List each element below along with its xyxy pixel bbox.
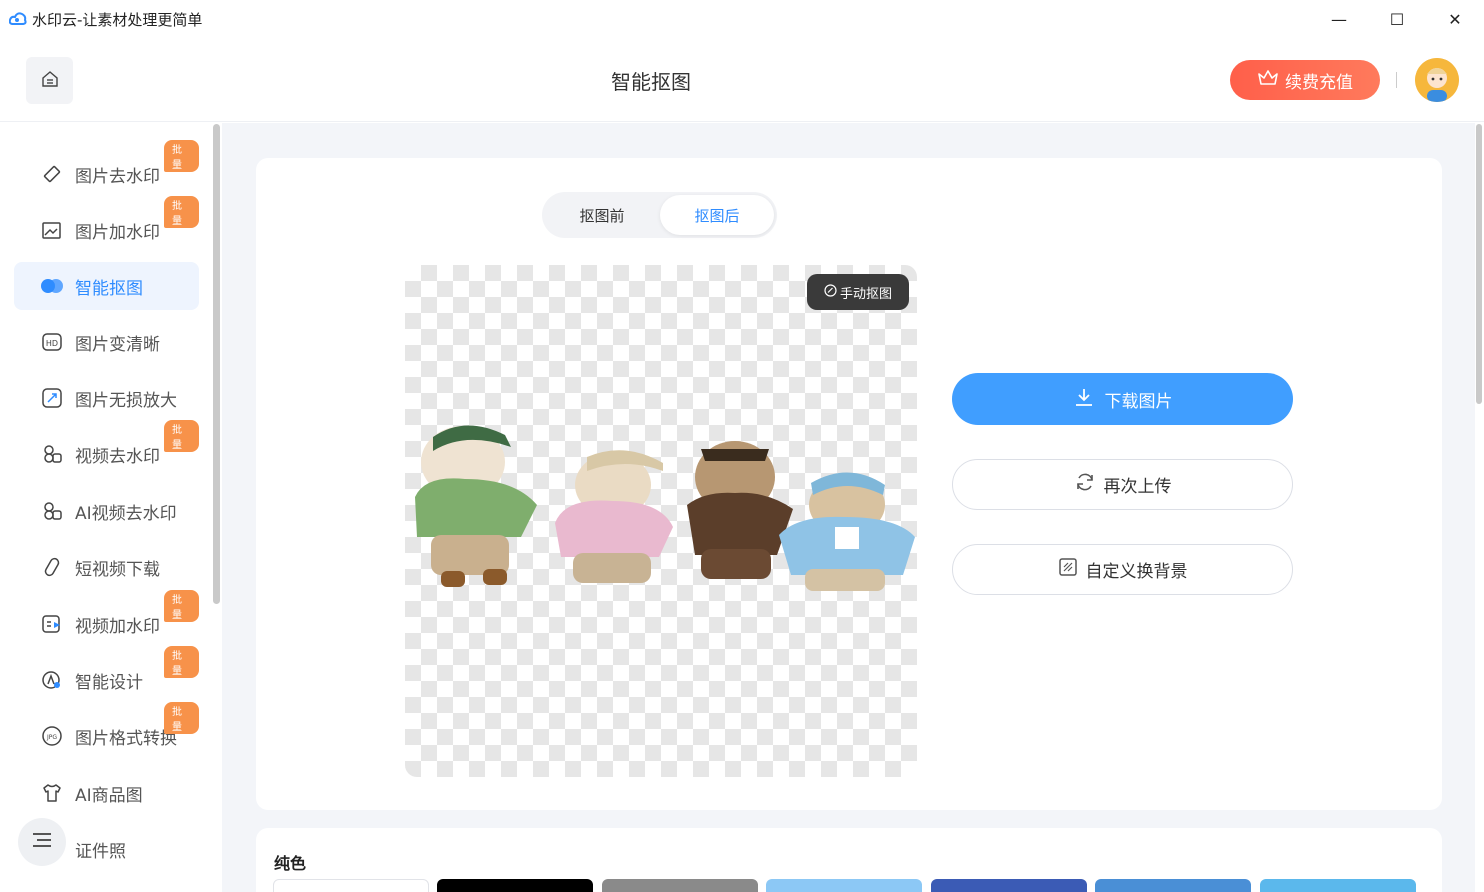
sidebar-item-label: 图片去水印	[75, 166, 160, 187]
page-title: 智能抠图	[611, 70, 691, 94]
renew-label: 续费充值	[1285, 72, 1353, 93]
app-logo-icon	[8, 9, 28, 29]
background-color-card: 纯色	[256, 828, 1442, 892]
preview-card: 抠图前 抠图后 手动抠图 下载图片 再次上传 自定义换背景	[256, 158, 1442, 810]
sidebar-item-label: 图片变清晰	[75, 334, 160, 355]
download-link-icon	[40, 555, 64, 579]
color-swatch-gray[interactable]	[602, 879, 758, 892]
sidebar-item-label: AI商品图	[75, 785, 143, 806]
eraser-icon	[40, 162, 64, 186]
menu-icon	[31, 831, 53, 853]
avatar[interactable]	[1415, 58, 1459, 102]
sidebar-item-video-remove-watermark[interactable]: 视频去水印 批量	[14, 420, 199, 478]
download-icon	[1073, 386, 1095, 413]
title-bar: 水印云-让素材处理更简单 — ☐ ✕	[0, 0, 1484, 38]
sidebar-item-enhance[interactable]: HD 图片变清晰	[14, 318, 199, 366]
color-swatch-blue[interactable]	[1095, 879, 1251, 892]
sidebar-item-remove-watermark[interactable]: 图片去水印 批量	[14, 140, 199, 198]
color-swatch-light-blue[interactable]	[766, 879, 922, 892]
video-eraser-icon	[40, 442, 64, 466]
sidebar-item-label: 智能抠图	[75, 278, 143, 299]
sidebar-item-label: 视频去水印	[75, 446, 160, 467]
before-after-toggle: 抠图前 抠图后	[542, 192, 777, 238]
sidebar-item-format-convert[interactable]: JPG 图片格式转换 批量	[14, 702, 199, 760]
batch-badge: 批量	[164, 702, 199, 734]
ai-video-icon	[40, 499, 64, 523]
cutout-preview: 手动抠图	[405, 265, 917, 777]
tab-after[interactable]: 抠图后	[660, 195, 774, 235]
cutout-icon	[40, 274, 64, 298]
batch-badge: 批量	[164, 140, 199, 172]
main-scrollbar[interactable]	[1476, 124, 1482, 404]
svg-text:HD: HD	[46, 339, 58, 348]
renew-button[interactable]: 续费充值	[1230, 60, 1380, 100]
sidebar-scrollbar[interactable]	[213, 124, 220, 604]
sidebar-item-label: 图片无损放大	[75, 390, 177, 411]
sidebar-item-label: 证件照	[75, 841, 126, 862]
sidebar-item-label: 智能设计	[75, 672, 143, 693]
svg-text:JPG: JPG	[46, 734, 57, 741]
image-add-icon	[40, 218, 64, 242]
cutout-result-image	[415, 425, 915, 591]
close-button[interactable]: ✕	[1426, 0, 1484, 38]
video-add-icon	[40, 612, 64, 636]
minimize-button[interactable]: —	[1310, 0, 1368, 38]
batch-badge: 批量	[164, 590, 199, 622]
color-swatch-dark-blue[interactable]	[931, 879, 1087, 892]
sidebar-item-smart-cutout[interactable]: 智能抠图	[14, 262, 199, 310]
enlarge-icon	[40, 386, 64, 410]
maximize-button[interactable]: ☐	[1368, 0, 1426, 38]
sidebar-item-add-watermark[interactable]: 图片加水印 批量	[14, 196, 199, 254]
sidebar-item-label: 图片格式转换	[75, 728, 177, 749]
download-label: 下载图片	[1104, 391, 1173, 412]
crown-icon	[1257, 69, 1279, 92]
sidebar-item-upscale[interactable]: 图片无损放大	[14, 374, 199, 422]
sidebar-item-smart-design[interactable]: 智能设计 批量	[14, 646, 199, 704]
menu-toggle-button[interactable]	[18, 818, 66, 866]
batch-badge: 批量	[164, 196, 199, 228]
reupload-button[interactable]: 再次上传	[952, 459, 1293, 510]
header-divider	[1396, 72, 1397, 88]
tab-before[interactable]: 抠图前	[545, 195, 659, 235]
sidebar-item-ai-video-remove-watermark[interactable]: AI视频去水印	[14, 487, 199, 535]
sidebar-item-video-add-watermark[interactable]: 视频加水印 批量	[14, 590, 199, 648]
sidebar-item-ai-product[interactable]: AI商品图	[14, 769, 199, 817]
manual-cutout-button[interactable]: 手动抠图	[807, 274, 909, 310]
window-title: 水印云-让素材处理更简单	[32, 10, 203, 29]
edit-background-icon	[1058, 557, 1078, 582]
refresh-icon	[1074, 471, 1096, 498]
solid-color-label: 纯色	[274, 854, 307, 873]
pen-icon	[824, 283, 837, 301]
batch-badge: 批量	[164, 420, 199, 452]
main-area: 抠图前 抠图后 手动抠图 下载图片 再次上传 自定义换背景 纯色	[222, 123, 1475, 892]
batch-badge: 批量	[164, 646, 199, 678]
header: 智能抠图 续费充值	[0, 38, 1484, 122]
color-swatch-black[interactable]	[437, 879, 593, 892]
hd-icon: HD	[40, 330, 64, 354]
color-swatch-sky-blue[interactable]	[1260, 879, 1416, 892]
manual-cutout-label: 手动抠图	[839, 286, 892, 302]
custom-background-label: 自定义换背景	[1085, 562, 1188, 582]
jpg-icon: JPG	[40, 724, 64, 748]
sidebar-item-label: 图片加水印	[75, 222, 160, 243]
sidebar: 图片去水印 批量 图片加水印 批量 智能抠图 HD 图片变清晰 图片无损放大 视…	[0, 122, 222, 892]
download-button[interactable]: 下载图片	[952, 373, 1293, 425]
design-icon	[40, 668, 64, 692]
reupload-label: 再次上传	[1103, 477, 1172, 497]
sidebar-item-label: AI视频去水印	[75, 503, 177, 524]
tshirt-icon	[40, 781, 64, 805]
custom-background-button[interactable]: 自定义换背景	[952, 544, 1293, 595]
sidebar-item-video-download[interactable]: 短视频下载	[14, 543, 199, 591]
sidebar-item-label: 视频加水印	[75, 616, 160, 637]
color-swatch-white[interactable]	[273, 879, 429, 892]
sidebar-item-label: 短视频下载	[75, 559, 160, 580]
